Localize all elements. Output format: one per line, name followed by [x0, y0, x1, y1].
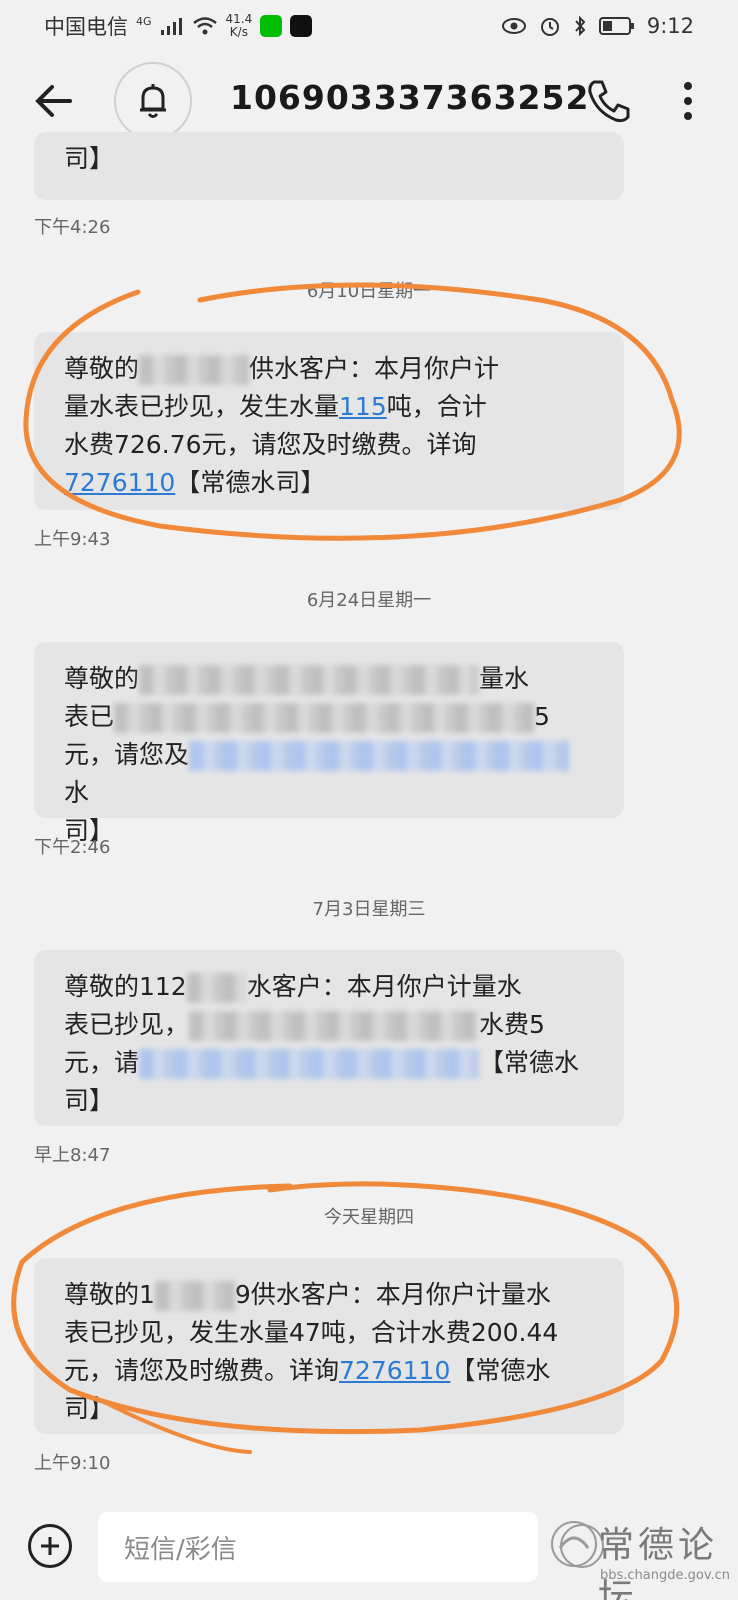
date-separator: 6月24日星期一: [306, 590, 432, 611]
iqiyi-app-icon: [260, 15, 283, 37]
message-line: 表已 5: [64, 702, 550, 733]
message-line: 司】: [64, 1394, 115, 1423]
notification-bell-button[interactable]: [114, 62, 192, 140]
redacted-text: [189, 741, 570, 771]
message-bubble[interactable]: 尊敬的 量水 表已 5 元，请您及水 司】: [34, 642, 624, 845]
message-text: 司】: [64, 144, 115, 173]
forum-watermark: 常德论坛 bbs.changde.gov.cn: [548, 1510, 738, 1600]
message-line: 7276110【常德水司】: [64, 468, 326, 497]
message-time: 上午9:10: [34, 1453, 111, 1474]
message-input[interactable]: 短信/彩信: [98, 1512, 538, 1582]
wifi-icon: [192, 16, 218, 36]
redacted-account: [139, 355, 250, 385]
volume-link[interactable]: 115: [339, 392, 387, 421]
carrier-label: 中国电信: [44, 15, 128, 39]
message-line: 水费726.76元，请您及时缴费。详询: [64, 430, 477, 459]
redacted-text: [186, 973, 247, 1003]
forum-logo-icon: [551, 1521, 597, 1567]
more-options-icon[interactable]: [676, 76, 700, 126]
redacted-text: [114, 703, 535, 733]
message-line: 元，请您及水: [64, 736, 594, 812]
message-bubble[interactable]: 尊敬的112 水客户：本月你户计量水 表已抄见， 水费5 元，请 【常德水 司】: [34, 950, 624, 1126]
message-time: 上午9:43: [34, 529, 111, 550]
message-line: 尊敬的112 水客户：本月你户计量水: [64, 972, 522, 1003]
message-line: 司】: [64, 816, 115, 845]
message-line: 元，请您及时缴费。详询7276110【常德水: [64, 1356, 551, 1385]
signal-icon: [160, 16, 184, 36]
phone-link[interactable]: 7276110: [64, 468, 175, 497]
message-bubble[interactable]: 尊敬的1 9供水客户：本月你户计量水 表已抄见，发生水量47吨，合计水费200.4…: [34, 1258, 624, 1434]
plus-icon: [41, 1537, 59, 1555]
battery-icon: [598, 16, 635, 36]
phone-link[interactable]: 7276110: [339, 1356, 450, 1385]
date-separator: 7月3日星期三: [312, 899, 426, 920]
message-line: 司】: [64, 1086, 115, 1115]
input-placeholder: 短信/彩信: [124, 1534, 237, 1565]
message-time: 下午2:46: [34, 837, 111, 858]
redacted-text: [139, 1049, 480, 1079]
message-line: 尊敬的 供水客户：本月你户计: [64, 354, 500, 385]
sender-number: 106903337363252: [230, 78, 590, 117]
eye-icon: [501, 17, 527, 35]
message-bubble[interactable]: 尊敬的 供水客户：本月你户计 量水表已抄见，发生水量115吨，合计 水费726.7…: [34, 332, 624, 510]
redacted-text: [139, 665, 480, 695]
redacted-account: [154, 1281, 235, 1311]
redacted-text: [189, 1011, 480, 1041]
bell-icon: [140, 84, 166, 118]
message-line: 量水表已抄见，发生水量115吨，合计: [64, 392, 487, 421]
watermark-title: 常德论坛: [598, 1525, 719, 1600]
message-line: 元，请 【常德水: [64, 1048, 580, 1079]
watermark-url: bbs.changde.gov.cn: [600, 1568, 731, 1583]
message-time: 下午4:26: [34, 217, 111, 238]
message-line: 表已抄见， 水费5: [64, 1010, 545, 1041]
clock-time: 9:12: [646, 14, 694, 38]
status-bar: 中国电信 4G 41.4 K/s 9:12: [0, 0, 738, 52]
phone-call-icon[interactable]: [584, 76, 632, 126]
message-line: 尊敬的 量水: [64, 664, 530, 695]
alarm-icon: [539, 15, 561, 37]
date-separator: 今天星期四: [324, 1207, 414, 1228]
message-bubble-partial[interactable]: 司】: [34, 132, 624, 200]
message-line: 尊敬的1 9供水客户：本月你户计量水: [64, 1280, 551, 1311]
net-speed: 41.4 K/s: [225, 12, 253, 39]
tiktok-app-icon: [290, 15, 313, 37]
network-type: 4G: [136, 14, 152, 28]
back-arrow-icon[interactable]: [30, 78, 80, 124]
message-line: 表已抄见，发生水量47吨，合计水费200.44: [64, 1318, 559, 1347]
date-separator: 6月10日星期一: [306, 281, 432, 302]
bluetooth-icon: [573, 15, 587, 37]
add-attachment-button[interactable]: [28, 1524, 72, 1568]
message-time: 早上8:47: [34, 1145, 111, 1166]
